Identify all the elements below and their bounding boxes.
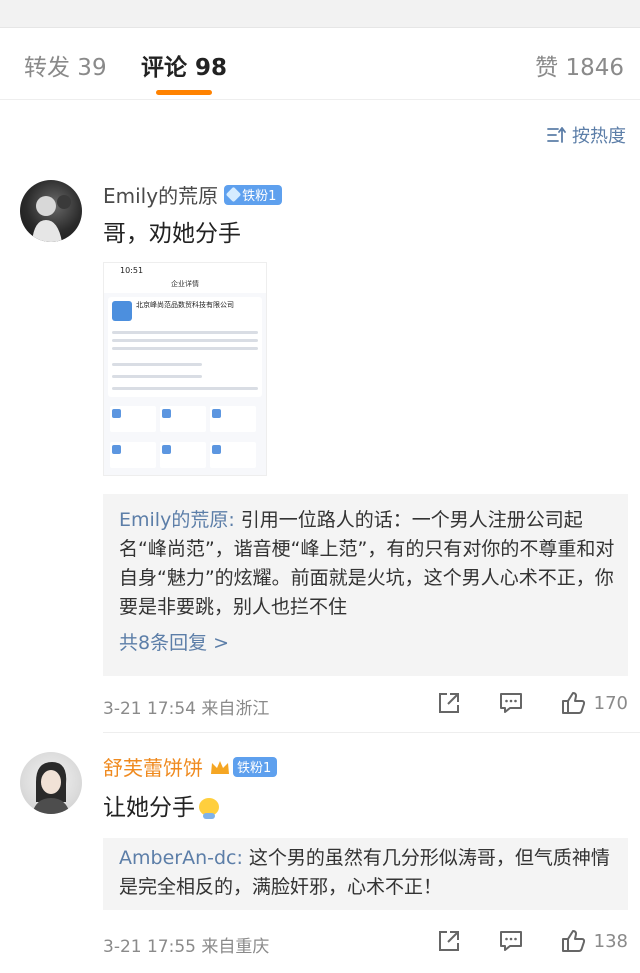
comment-username[interactable]: 舒芙蕾饼饼 铁粉1 xyxy=(103,752,278,781)
sort-by-hot-button[interactable]: 按热度 xyxy=(546,122,626,148)
tab-like[interactable]: 赞 1846 xyxy=(535,48,624,82)
comment-divider xyxy=(103,732,640,733)
comment-text-body: 让她分手 xyxy=(103,795,195,821)
reply-author[interactable]: Emily的荒原: xyxy=(119,509,235,531)
more-replies-link[interactable]: 共8条回复 > xyxy=(119,628,229,655)
tab-comment[interactable]: 评论 98 xyxy=(141,48,227,82)
sort-label: 按热度 xyxy=(572,126,626,147)
image-header: 10:51 企业详情 xyxy=(104,263,266,293)
comment-actions: 170 xyxy=(436,690,628,716)
reply-text: Emily的荒原: 引用一位路人的话：一个男人注册公司起名“峰尚范”，谐音梗“峰… xyxy=(119,506,618,622)
like-count: 170 xyxy=(593,692,628,714)
image-text-line xyxy=(112,363,202,366)
image-text-line xyxy=(112,339,258,342)
hug-emoji-icon xyxy=(199,798,219,819)
image-text-line xyxy=(112,347,258,350)
company-logo-icon xyxy=(112,301,132,321)
username-text: 舒芙蕾饼饼 xyxy=(103,756,203,780)
like-button[interactable]: 170 xyxy=(560,690,628,716)
avatar[interactable] xyxy=(20,752,82,814)
image-text-line xyxy=(112,375,202,378)
avatar[interactable] xyxy=(20,180,82,242)
comment-text: 哥，劝她分手 xyxy=(103,221,241,247)
sort-icon xyxy=(547,127,566,143)
fan-badge: 铁粉1 xyxy=(224,184,283,205)
share-icon[interactable] xyxy=(436,928,462,954)
fan-badge-label: 铁粉1 xyxy=(237,761,272,776)
avatar-photo xyxy=(32,762,70,814)
image-company-name: 北京峰尚范品数贸科技有限公司 xyxy=(136,301,234,309)
comment-icon[interactable] xyxy=(498,928,524,954)
reply-author[interactable]: AmberAn-dc: xyxy=(119,847,243,869)
crown-icon xyxy=(211,761,229,774)
comment-actions: 138 xyxy=(436,928,628,954)
active-tab-indicator xyxy=(156,90,212,95)
image-text-line xyxy=(112,331,258,334)
image-cell xyxy=(210,406,256,432)
avatar-photo xyxy=(32,195,71,242)
image-cell xyxy=(210,442,256,468)
image-text-line xyxy=(112,387,258,390)
fan-badge: 铁粉1 xyxy=(233,756,278,777)
diamond-icon xyxy=(225,186,242,203)
image-cell xyxy=(110,406,156,432)
comment-meta: 3-21 17:54 来自浙江 xyxy=(103,699,270,719)
like-button[interactable]: 138 xyxy=(560,928,628,954)
fan-badge-label: 铁粉1 xyxy=(242,189,277,204)
reply-preview[interactable]: AmberAn-dc: 这个男的虽然有几分形似涛哥，但气质神情是完全相反的，满脸… xyxy=(103,838,628,910)
image-cell xyxy=(160,442,206,468)
top-bar xyxy=(0,0,640,28)
tab-bar: 转发 39 评论 98 赞 1846 xyxy=(0,28,640,100)
comment-image[interactable]: 10:51 企业详情 北京峰尚范品数贸科技有限公司 xyxy=(103,262,267,476)
like-count: 138 xyxy=(593,930,628,952)
comment-username[interactable]: Emily的荒原 铁粉1 xyxy=(103,180,283,209)
image-grid xyxy=(108,403,262,475)
image-title: 企业详情 xyxy=(171,280,199,288)
reply-text: AmberAn-dc: 这个男的虽然有几分形似涛哥，但气质神情是完全相反的，满脸… xyxy=(119,844,618,902)
comment-meta: 3-21 17:55 来自重庆 xyxy=(103,937,270,957)
username-text: Emily的荒原 xyxy=(103,184,219,208)
tab-repost[interactable]: 转发 39 xyxy=(24,48,107,82)
share-icon[interactable] xyxy=(436,690,462,716)
image-cell xyxy=(110,442,156,468)
reply-preview[interactable]: Emily的荒原: 引用一位路人的话：一个男人注册公司起名“峰尚范”，谐音梗“峰… xyxy=(103,494,628,676)
image-company-card: 北京峰尚范品数贸科技有限公司 xyxy=(108,297,262,397)
thumbs-up-icon xyxy=(561,692,585,714)
comment-text: 让她分手 xyxy=(103,788,219,822)
image-cell xyxy=(160,406,206,432)
image-time: 10:51 xyxy=(120,266,144,275)
thumbs-up-icon xyxy=(561,930,585,952)
comment-icon[interactable] xyxy=(498,690,524,716)
